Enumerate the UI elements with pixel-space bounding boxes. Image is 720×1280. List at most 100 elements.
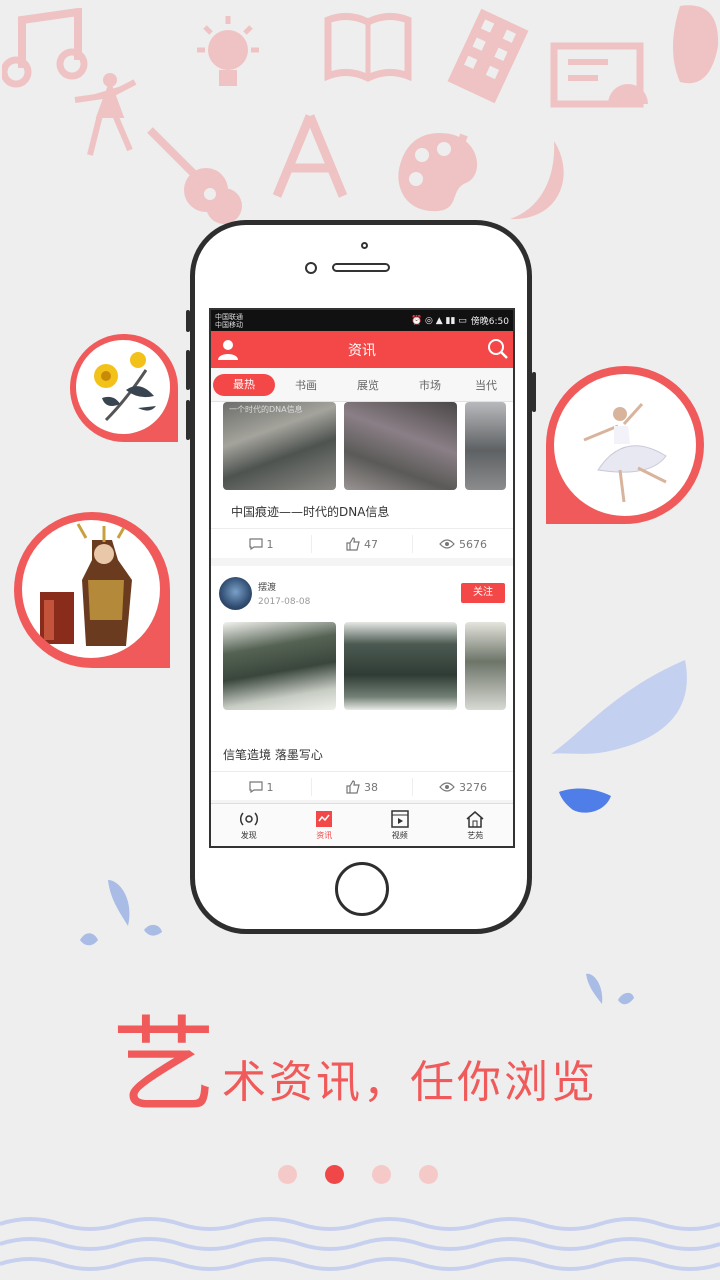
phone-home-button[interactable]	[335, 862, 389, 916]
nav-label: 艺苑	[467, 830, 484, 840]
view-count-value: 3276	[459, 780, 487, 794]
lightbulb-icon	[197, 16, 259, 86]
view-count-value: 5676	[459, 537, 487, 551]
news-metrics: 1 47 5676	[211, 528, 513, 559]
tagline-big-char: 艺	[112, 1005, 217, 1127]
nav-discover[interactable]: 发现	[211, 804, 287, 846]
eye-icon	[439, 539, 455, 549]
carrier-1: 中国联通	[215, 312, 243, 321]
ballet-bubble	[546, 366, 704, 524]
nav-video[interactable]: 视频	[362, 804, 438, 846]
comment-icon	[248, 538, 263, 550]
wave-decoration	[0, 1217, 720, 1271]
phone-side-button	[532, 372, 536, 412]
nav-art-garden[interactable]: 艺苑	[438, 804, 514, 846]
artwork-thumbnail[interactable]	[344, 622, 457, 710]
guitar-icon	[147, 127, 242, 224]
news-feed[interactable]: 一个时代的DNA信息 中国痕迹——时代的DNA信息 1 47 5676 摆渡 2…	[211, 402, 513, 800]
news-title[interactable]: 信笔造境 落墨写心	[223, 746, 323, 763]
phone-sensor	[361, 242, 368, 249]
bottom-navigation: 发现 资讯 视频 艺苑	[211, 803, 513, 846]
page-title: 资讯	[348, 342, 376, 359]
app-screen: 中国联通 中国移动 ⏰ ◎ ▲ ▮▮ ▭ 傍晚6:50 资讯 最热 书画 展览 …	[209, 308, 515, 848]
like-count[interactable]: 38	[312, 780, 412, 794]
status-time: 傍晚6:50	[470, 317, 509, 327]
building-icon	[447, 8, 529, 104]
comment-count-value: 1	[266, 780, 274, 794]
author-name[interactable]: 摆渡	[258, 580, 276, 593]
tab-hot[interactable]: 最热	[213, 373, 275, 396]
nav-news[interactable]: 资讯	[287, 804, 363, 846]
radar-icon	[239, 812, 258, 825]
nav-label: 资讯	[316, 830, 333, 840]
page-dot-active[interactable]	[325, 1165, 344, 1184]
promo-tagline: 艺 术资讯，任你浏览	[112, 1014, 598, 1118]
phone-earpiece	[332, 263, 390, 272]
like-count-value: 38	[364, 780, 378, 794]
like-count-value: 47	[364, 537, 378, 551]
view-count: 5676	[413, 538, 513, 551]
video-icon	[391, 809, 409, 828]
ballerina-image	[583, 402, 667, 503]
phone-camera	[305, 262, 317, 274]
splash-left-icon	[80, 880, 162, 946]
phone-frame: 中国联通 中国移动 ⏰ ◎ ▲ ▮▮ ▭ 傍晚6:50 资讯 最热 书画 展览 …	[190, 220, 532, 934]
drafting-icon	[272, 114, 348, 198]
tab-exhibition[interactable]: 展览	[337, 377, 399, 393]
comment-count[interactable]: 1	[211, 781, 311, 794]
peking-opera-image	[40, 523, 132, 646]
post-date: 2017-08-08	[258, 597, 311, 607]
category-tabs: 最热 书画 展览 市场 当代	[211, 368, 513, 402]
tab-painting[interactable]: 书画	[275, 377, 337, 393]
artwork-thumbnail[interactable]: 一个时代的DNA信息	[223, 402, 336, 490]
artwork-thumbnail[interactable]	[344, 402, 457, 490]
search-icon[interactable]	[487, 338, 509, 360]
news-card[interactable]: 一个时代的DNA信息 中国痕迹——时代的DNA信息 1 47 5676	[211, 402, 513, 558]
phone-side-button	[186, 400, 190, 440]
phone-side-button	[186, 350, 190, 390]
comment-icon	[248, 781, 263, 793]
artwork-thumbnail[interactable]	[223, 622, 336, 710]
artwork-thumbnail[interactable]	[465, 402, 506, 490]
thumbs-up-icon	[346, 780, 360, 794]
book-icon	[324, 13, 412, 82]
news-card[interactable]: 摆渡 2017-08-08 关注 信笔造境 落墨写心 1 38 3276	[211, 566, 513, 800]
drum-icon	[673, 5, 719, 84]
page-indicator	[278, 1165, 438, 1184]
author-avatar[interactable]	[219, 577, 252, 610]
like-count[interactable]: 47	[312, 537, 412, 551]
app-header: 资讯	[211, 331, 513, 368]
comment-count[interactable]: 1	[211, 538, 311, 551]
user-icon[interactable]	[217, 338, 239, 360]
view-count: 3276	[413, 781, 513, 794]
peony-painting-image	[94, 352, 156, 422]
palette-icon	[398, 133, 478, 212]
news-metrics: 1 38 3276	[211, 771, 513, 800]
artwork-thumbnail[interactable]	[465, 622, 506, 710]
banana-icon	[510, 141, 564, 220]
news-icon	[316, 810, 333, 827]
page-dot[interactable]	[278, 1165, 297, 1184]
board-icon	[550, 42, 648, 108]
tab-contemporary[interactable]: 当代	[461, 377, 513, 393]
status-bar: 中国联通 中国移动 ⏰ ◎ ▲ ▮▮ ▭ 傍晚6:50	[211, 310, 513, 331]
eye-icon	[439, 782, 455, 792]
background-doodles	[0, 0, 720, 240]
signal-icons: ⏰ ◎ ▲ ▮▮ ▭	[410, 315, 467, 326]
page-dot[interactable]	[419, 1165, 438, 1184]
flower-painting-bubble	[70, 334, 178, 442]
thumbnail-overlay-text: 一个时代的DNA信息	[229, 405, 303, 414]
dancer-icon	[74, 73, 137, 156]
follow-button[interactable]: 关注	[461, 583, 505, 603]
comment-count-value: 1	[266, 537, 274, 551]
nav-label: 发现	[240, 830, 257, 840]
news-title[interactable]: 中国痕迹——时代的DNA信息	[231, 503, 389, 520]
thumbs-up-icon	[346, 537, 360, 551]
opera-bubble	[14, 512, 170, 668]
home-icon	[466, 810, 484, 828]
water-drop-large-icon	[551, 660, 687, 813]
tab-market[interactable]: 市场	[399, 377, 461, 393]
splash-right-icon	[586, 973, 634, 1005]
tagline-text: 术资讯，任你浏览	[222, 1057, 599, 1108]
page-dot[interactable]	[372, 1165, 391, 1184]
